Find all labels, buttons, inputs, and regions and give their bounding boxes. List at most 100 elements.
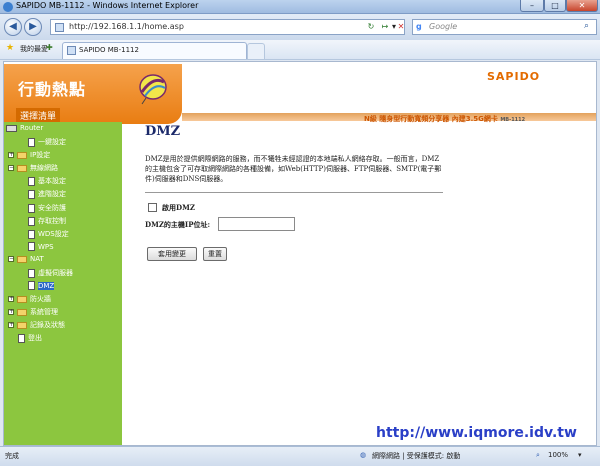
tab-title: SAPIDO MB-1112 (79, 46, 139, 54)
collapse-icon[interactable]: − (8, 256, 14, 262)
folder-icon (17, 321, 27, 329)
zoom-icon[interactable]: ⌕ (536, 451, 540, 460)
add-favorite-icon[interactable]: ✚ (46, 43, 53, 52)
product-line: N級 隨身型行動寬頻分享器 內建3.5G網卡 MB-1112 (364, 114, 525, 124)
enable-dmz-label: 啟用DMZ (162, 203, 195, 212)
favorites-bar: ★ 我的最愛 ✚ SAPIDO MB-1112 (0, 40, 600, 60)
sidebar-item-logs[interactable]: + 記錄及狀態 (8, 320, 65, 330)
folder-open-icon (17, 164, 27, 172)
page-icon (28, 229, 35, 239)
address-text: http://192.168.1.1/home.asp (69, 22, 184, 31)
window-title: SAPIDO MB-1112 - Windows Internet Explor… (16, 1, 199, 10)
balloon-logo-icon (139, 74, 167, 105)
sidebar-item-access-control[interactable]: 存取控制 (28, 216, 66, 226)
dmz-host-ip-input[interactable] (218, 217, 295, 231)
expand-icon[interactable]: + (8, 309, 14, 315)
sidebar-item-label: IP設定 (30, 151, 51, 159)
window-titlebar: SAPIDO MB-1112 - Windows Internet Explor… (0, 0, 600, 14)
page-title: DMZ (145, 124, 181, 139)
sidebar-item-label: 記錄及狀態 (30, 321, 65, 329)
go-icon[interactable]: ↦ (378, 19, 392, 35)
sidebar-item-basic[interactable]: 基本設定 (28, 176, 66, 186)
web-page: 行動熱點 選擇清單 SAPIDO N級 隨身型行動寬頻分享器 內建3.5G網卡 … (3, 61, 597, 446)
search-box[interactable]: g Google ⌕ (412, 19, 597, 35)
sidebar-item-label: 虛擬伺服器 (38, 269, 73, 277)
page-icon (28, 203, 35, 213)
model-number: MB-1112 (500, 117, 526, 123)
menu-label: 選擇清單 (16, 108, 61, 123)
enable-dmz-checkbox[interactable] (148, 203, 157, 212)
search-placeholder: Google (429, 22, 458, 31)
expand-icon[interactable]: + (8, 152, 14, 158)
sidebar-item-dmz[interactable]: DMZ (28, 281, 55, 290)
sidebar: Router 一鍵設定 + IP設定 − 無線網路 基本設定 進階設定 安全防護 存… (4, 122, 122, 445)
sidebar-item-nat[interactable]: − NAT (8, 255, 44, 263)
sidebar-item-label: 防火牆 (30, 295, 51, 303)
back-button[interactable]: ◀ (4, 18, 22, 36)
folder-icon (17, 308, 27, 316)
stop-icon[interactable]: ✕ (394, 19, 408, 35)
sidebar-item-label: 系統管理 (30, 308, 58, 316)
page-icon (18, 333, 25, 343)
folder-icon (17, 151, 27, 159)
sidebar-item-firewall[interactable]: + 防火牆 (8, 294, 51, 304)
sidebar-item-ip-settings[interactable]: + IP設定 (8, 150, 50, 160)
page-icon (28, 216, 35, 226)
close-button[interactable]: ✕ (566, 0, 598, 12)
expand-icon[interactable]: + (8, 296, 14, 302)
navigation-bar: ◀ ▶ http://192.168.1.1/home.asp ▾ ↻ ↦ ✕ … (0, 14, 600, 40)
favorites-star-icon: ★ (6, 43, 15, 53)
sidebar-item-wds[interactable]: WDS設定 (28, 229, 69, 239)
address-bar[interactable]: http://192.168.1.1/home.asp ▾ (50, 19, 405, 35)
sidebar-item-wps[interactable]: WPS (28, 242, 54, 251)
sidebar-item-label: 基本設定 (38, 177, 66, 185)
zoom-dropdown-icon[interactable]: ▾ (578, 451, 582, 459)
sidebar-item-label: 進階設定 (38, 190, 66, 198)
router-icon (6, 124, 17, 132)
tab-sapido[interactable]: SAPIDO MB-1112 (62, 42, 247, 59)
zoom-level[interactable]: 100% (548, 451, 568, 459)
sidebar-item-wireless[interactable]: − 無線網路 (8, 163, 58, 173)
page-icon (28, 268, 35, 278)
sidebar-item-advanced[interactable]: 進階設定 (28, 189, 66, 199)
status-text: 完成 (5, 452, 19, 460)
sidebar-item-label: WDS設定 (38, 230, 69, 238)
sidebar-item-label: 安全防護 (38, 204, 66, 212)
page-icon (28, 137, 35, 147)
header-brand-panel: 行動熱點 選擇清單 (4, 64, 182, 124)
page-icon (28, 189, 35, 199)
minimize-button[interactable]: – (520, 0, 544, 12)
watermark-url: http://www.iqmore.idv.tw (376, 425, 577, 441)
forward-button[interactable]: ▶ (24, 18, 42, 36)
sapido-logo: SAPIDO (487, 70, 541, 83)
search-icon[interactable]: ⌕ (584, 21, 589, 31)
maximize-button[interactable]: □ (544, 0, 566, 12)
sidebar-item-label: 一鍵設定 (38, 138, 66, 146)
sidebar-item-virtual-server[interactable]: 虛擬伺服器 (28, 268, 73, 278)
collapse-icon[interactable]: − (8, 165, 14, 171)
sidebar-item-logout[interactable]: 登出 (18, 333, 42, 343)
page-description: DMZ是用於提供網際網路的服務，而不犧牲未經認證的本地端私人網絡存取。一般而言，… (145, 155, 442, 183)
sidebar-item-security[interactable]: 安全防護 (28, 203, 66, 213)
app-name: 行動熱點 (18, 80, 87, 99)
ie-icon (3, 2, 13, 12)
folder-open-icon (17, 255, 27, 263)
sidebar-item-system[interactable]: + 系統管理 (8, 307, 58, 317)
expand-icon[interactable]: + (8, 322, 14, 328)
zone-text: 網際網路 | 受保護模式: 啟動 (372, 452, 461, 460)
reset-button[interactable]: 重置 (203, 247, 227, 261)
tab-page-icon (67, 46, 76, 55)
dmz-host-ip-label: DMZ的主機IP位址: (145, 220, 211, 229)
sidebar-item-quick-setup[interactable]: 一鍵設定 (28, 137, 66, 147)
favorites-button[interactable]: 我的最愛 (20, 44, 48, 54)
apply-button[interactable]: 套用變更 (147, 247, 197, 261)
divider (145, 192, 443, 193)
product-line-text: N級 隨身型行動寬頻分享器 內建3.5G網卡 (364, 115, 498, 123)
sidebar-item-label: 無線網路 (30, 164, 58, 172)
sidebar-item-label: 存取控制 (38, 217, 66, 225)
google-icon: g (416, 22, 422, 31)
refresh-icon[interactable]: ↻ (364, 19, 378, 35)
page-icon (55, 23, 64, 32)
sidebar-item-router[interactable]: Router (6, 124, 43, 132)
new-tab-button[interactable] (247, 43, 265, 59)
